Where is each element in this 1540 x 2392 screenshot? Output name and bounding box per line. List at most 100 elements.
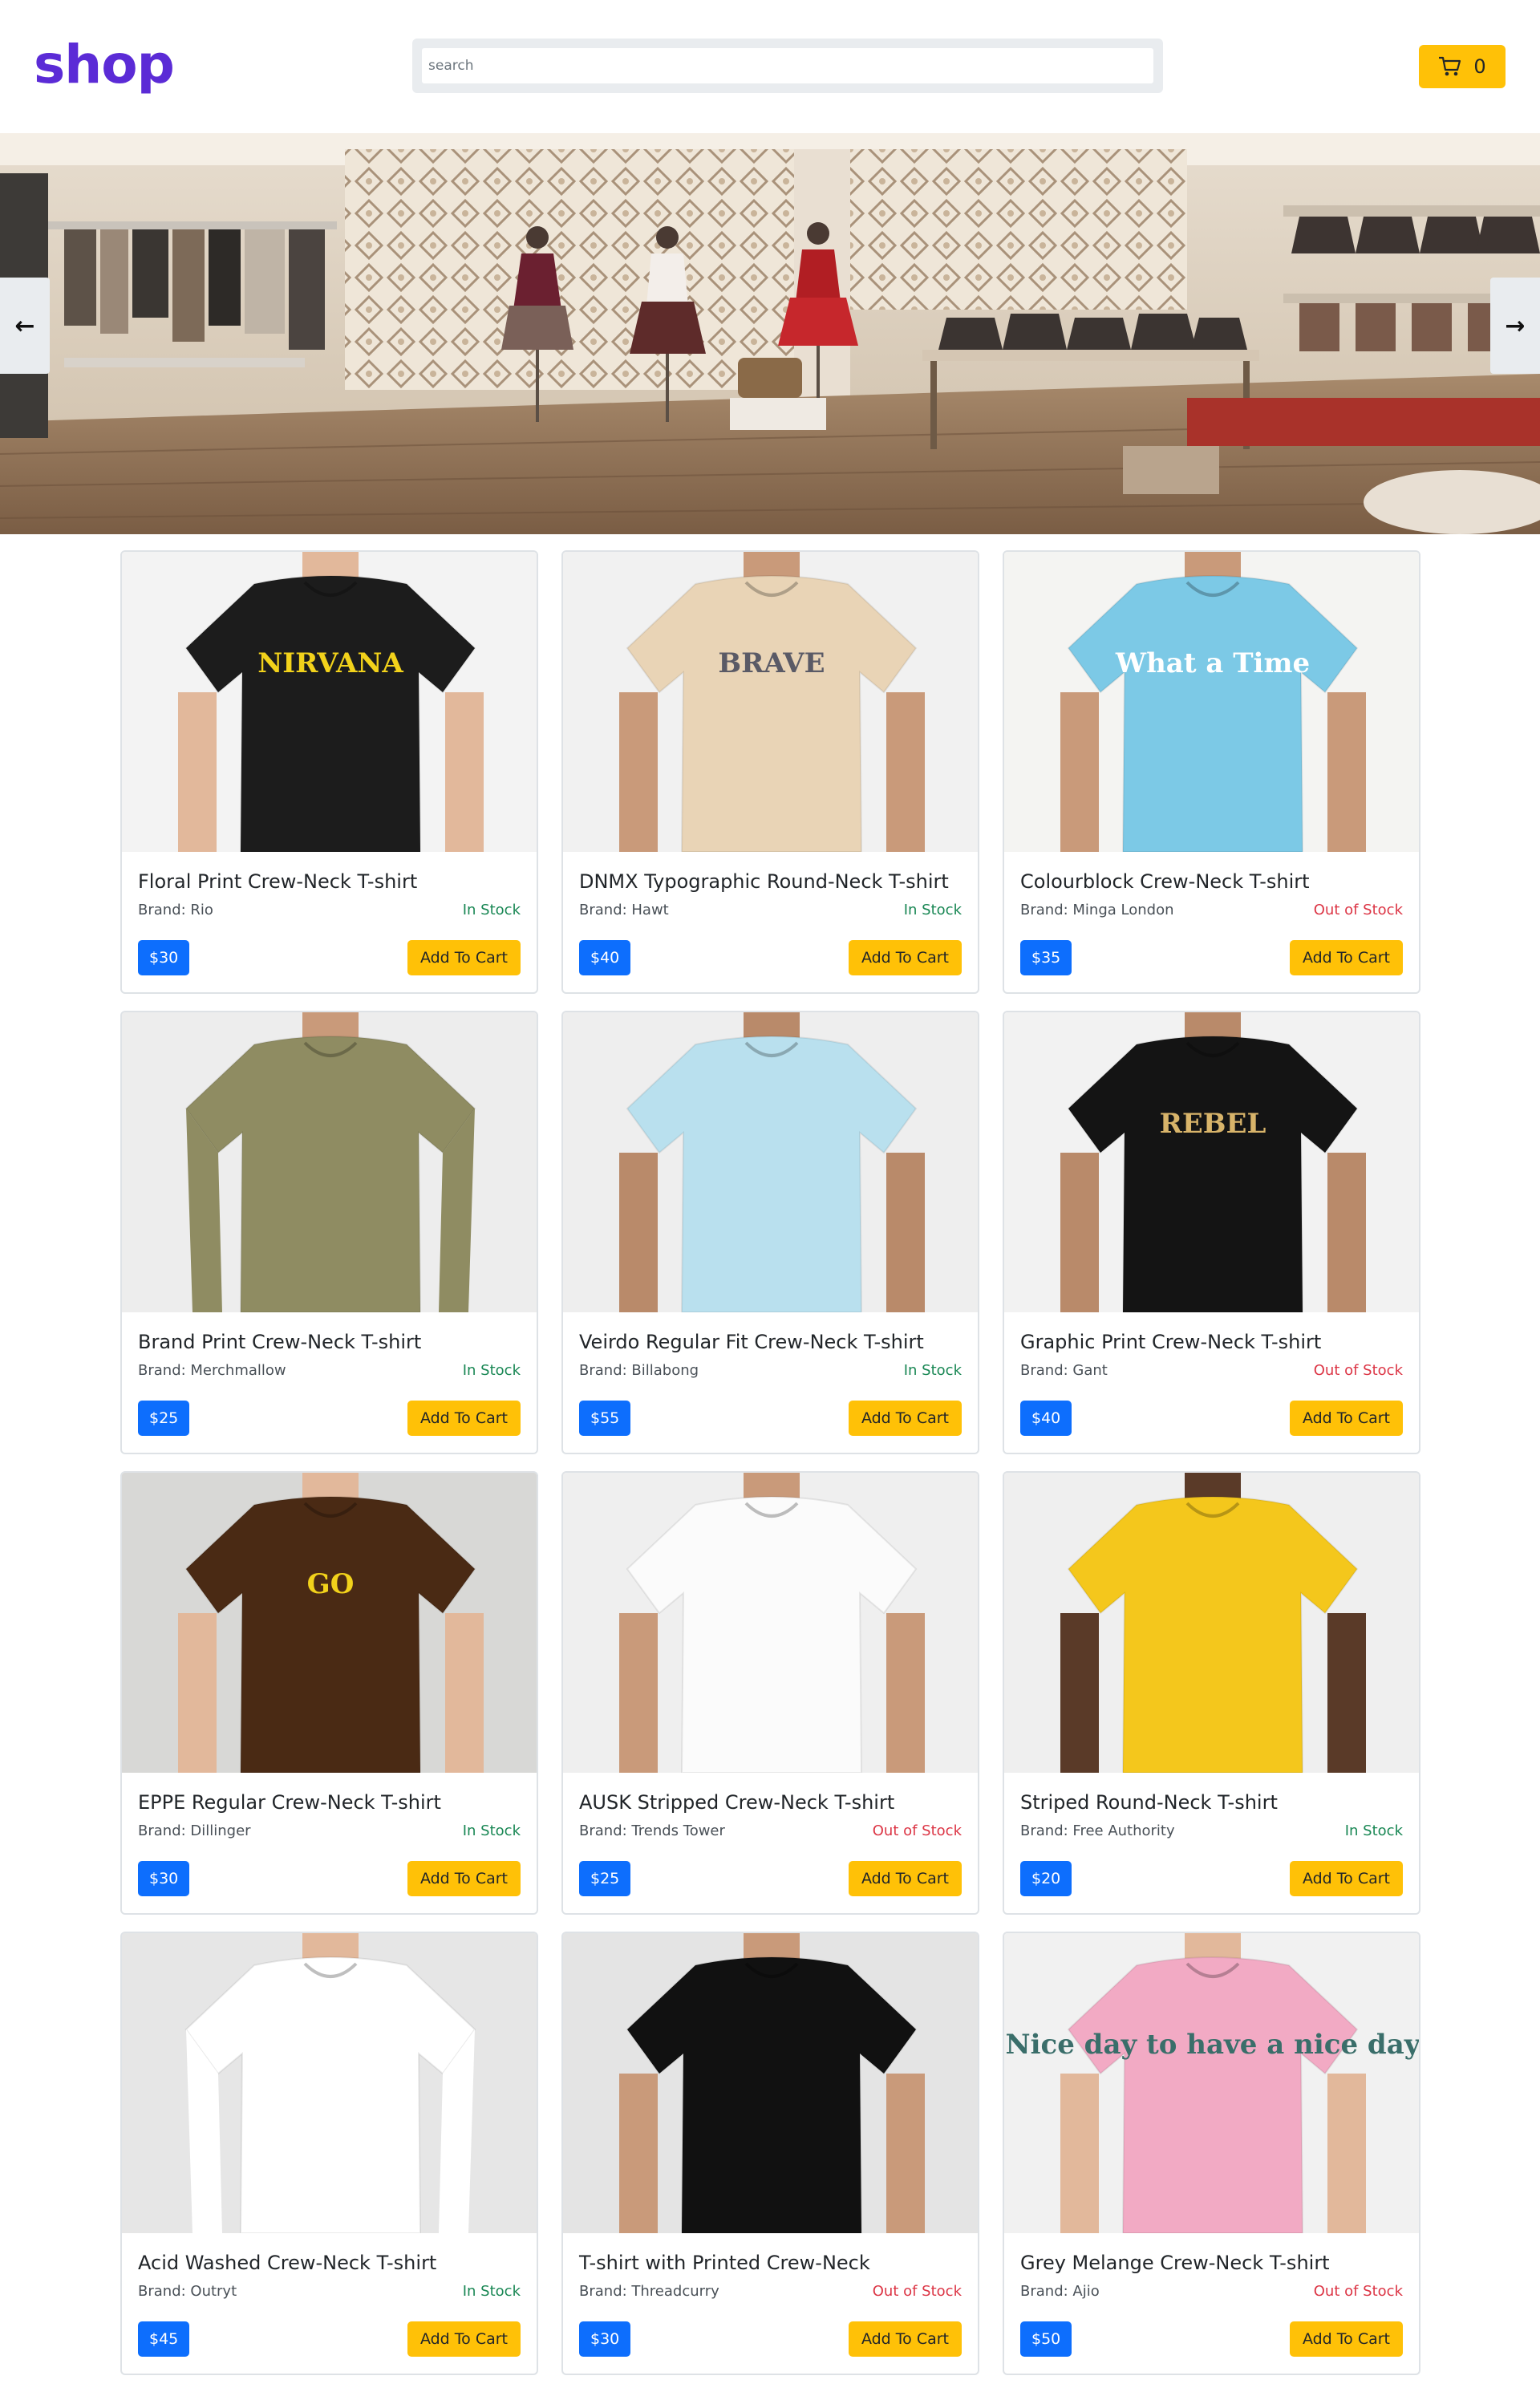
product-card[interactable]: REBEL Graphic Print Crew-Neck T-shirt Bran… (1003, 1011, 1420, 1454)
add-to-cart-button[interactable]: Add To Cart (1289, 2321, 1403, 2357)
product-card[interactable]: Acid Washed Crew-Neck T-shirt Brand: Outr… (120, 1932, 538, 2375)
cart-button[interactable]: 0 (1419, 45, 1506, 88)
product-brand: Brand: Dillinger (138, 1822, 251, 1839)
product-title[interactable]: Veirdo Regular Fit Crew-Neck T-shirt (579, 1330, 962, 1354)
search-bar (412, 39, 1163, 93)
product-image[interactable]: GO (122, 1473, 537, 1773)
stock-status: In Stock (462, 902, 521, 918)
price-badge: $30 (138, 1861, 190, 1896)
product-card[interactable]: NIRVANA Floral Print Crew-Neck T-shirt Bra… (120, 550, 538, 994)
product-brand: Brand: Outryt (138, 2283, 237, 2300)
price-badge: $40 (579, 940, 631, 975)
product-image[interactable] (1004, 1473, 1419, 1773)
stock-status: In Stock (462, 1362, 521, 1379)
stock-status: In Stock (462, 1822, 521, 1839)
add-to-cart-button[interactable]: Add To Cart (848, 1401, 962, 1436)
price-badge: $50 (1020, 2321, 1072, 2357)
store-interior-image (0, 133, 1540, 534)
price-badge: $25 (138, 1401, 190, 1436)
product-title[interactable]: Floral Print Crew-Neck T-shirt (138, 870, 521, 894)
price-badge: $30 (579, 2321, 631, 2357)
product-title[interactable]: EPPE Regular Crew-Neck T-shirt (138, 1790, 521, 1814)
add-to-cart-button[interactable]: Add To Cart (407, 2321, 521, 2357)
add-to-cart-button[interactable]: Add To Cart (1289, 1401, 1403, 1436)
product-image[interactable] (563, 1473, 978, 1773)
price-badge: $35 (1020, 940, 1072, 975)
add-to-cart-button[interactable]: Add To Cart (848, 940, 962, 975)
product-brand: Brand: Merchmallow (138, 1362, 286, 1379)
svg-text:BRAVE: BRAVE (718, 647, 825, 679)
product-title[interactable]: DNMX Typographic Round-Neck T-shirt (579, 870, 962, 894)
product-image[interactable]: Nice day to have a nice day (1004, 1933, 1419, 2233)
hero-carousel: ← → (0, 133, 1540, 534)
price-badge: $40 (1020, 1401, 1072, 1436)
cart-icon (1438, 55, 1462, 78)
product-card[interactable]: T-shirt with Printed Crew-Neck Brand: Thr… (561, 1932, 979, 2375)
carousel-prev-button[interactable]: ← (0, 278, 50, 374)
svg-text:GO: GO (307, 1568, 355, 1600)
product-card[interactable]: Veirdo Regular Fit Crew-Neck T-shirt Bran… (561, 1011, 979, 1454)
add-to-cart-button[interactable]: Add To Cart (407, 940, 521, 975)
product-brand: Brand: Hawt (579, 902, 669, 918)
arrow-right-icon: → (1505, 311, 1526, 340)
search-input[interactable] (422, 48, 1153, 83)
price-badge: $55 (579, 1401, 631, 1436)
product-title[interactable]: Acid Washed Crew-Neck T-shirt (138, 2251, 521, 2275)
shop-logo[interactable]: shop (34, 29, 175, 101)
stock-status: Out of Stock (872, 2283, 962, 2300)
product-brand: Brand: Trends Tower (579, 1822, 725, 1839)
stock-status: In Stock (903, 1362, 962, 1379)
product-brand: Brand: Threadcurry (579, 2283, 719, 2300)
product-title[interactable]: AUSK Stripped Crew-Neck T-shirt (579, 1790, 962, 1814)
price-badge: $45 (138, 2321, 190, 2357)
product-card[interactable]: GO EPPE Regular Crew-Neck T-shirt Brand: D… (120, 1471, 538, 1915)
svg-text:REBEL: REBEL (1160, 1108, 1266, 1140)
svg-text:What a Time: What a Time (1115, 647, 1310, 679)
product-card[interactable]: Brand Print Crew-Neck T-shirt Brand: Merc… (120, 1011, 538, 1454)
stock-status: Out of Stock (1313, 1362, 1403, 1379)
product-brand: Brand: Free Authority (1020, 1822, 1175, 1839)
product-grid: NIRVANA Floral Print Crew-Neck T-shirt Bra… (120, 550, 1420, 2375)
add-to-cart-button[interactable]: Add To Cart (407, 1401, 521, 1436)
product-image[interactable] (122, 1012, 537, 1312)
arrow-left-icon: ← (14, 311, 35, 340)
add-to-cart-button[interactable]: Add To Cart (848, 1861, 962, 1896)
product-title[interactable]: Grey Melange Crew-Neck T-shirt (1020, 2251, 1403, 2275)
product-brand: Brand: Gant (1020, 1362, 1108, 1379)
product-brand: Brand: Ajio (1020, 2283, 1100, 2300)
product-image[interactable]: BRAVE (563, 552, 978, 852)
product-card[interactable]: Nice day to have a nice day Grey Melange … (1003, 1932, 1420, 2375)
product-image[interactable]: What a Time (1004, 552, 1419, 852)
price-badge: $30 (138, 940, 190, 975)
product-card[interactable]: BRAVE DNMX Typographic Round-Neck T-shirt… (561, 550, 979, 994)
product-title[interactable]: Brand Print Crew-Neck T-shirt (138, 1330, 521, 1354)
product-card[interactable]: AUSK Stripped Crew-Neck T-shirt Brand: Tr… (561, 1471, 979, 1915)
product-brand: Brand: Minga London (1020, 902, 1174, 918)
add-to-cart-button[interactable]: Add To Cart (407, 1861, 521, 1896)
product-title[interactable]: Striped Round-Neck T-shirt (1020, 1790, 1403, 1814)
product-card[interactable]: Striped Round-Neck T-shirt Brand: Free Au… (1003, 1471, 1420, 1915)
stock-status: Out of Stock (1313, 2283, 1403, 2300)
add-to-cart-button[interactable]: Add To Cart (1289, 1861, 1403, 1896)
product-title[interactable]: Graphic Print Crew-Neck T-shirt (1020, 1330, 1403, 1354)
product-image[interactable] (563, 1012, 978, 1312)
product-card[interactable]: What a Time Colourblock Crew-Neck T-shirt… (1003, 550, 1420, 994)
stock-status: Out of Stock (1313, 902, 1403, 918)
product-image[interactable]: NIRVANA (122, 552, 537, 852)
product-image[interactable]: REBEL (1004, 1012, 1419, 1312)
stock-status: In Stock (1344, 1822, 1403, 1839)
product-title[interactable]: Colourblock Crew-Neck T-shirt (1020, 870, 1403, 894)
stock-status: In Stock (903, 902, 962, 918)
price-badge: $20 (1020, 1861, 1072, 1896)
carousel-next-button[interactable]: → (1490, 278, 1540, 374)
add-to-cart-button[interactable]: Add To Cart (848, 2321, 962, 2357)
product-image[interactable] (563, 1933, 978, 2233)
cart-count: 0 (1473, 55, 1486, 78)
product-image[interactable] (122, 1933, 537, 2233)
site-header: shop 0 (0, 0, 1540, 133)
price-badge: $25 (579, 1861, 631, 1896)
product-title[interactable]: T-shirt with Printed Crew-Neck (579, 2251, 962, 2275)
add-to-cart-button[interactable]: Add To Cart (1289, 940, 1403, 975)
svg-text:Nice day to have a nice day: Nice day to have a nice day (1006, 2029, 1420, 2061)
product-brand: Brand: Rio (138, 902, 213, 918)
